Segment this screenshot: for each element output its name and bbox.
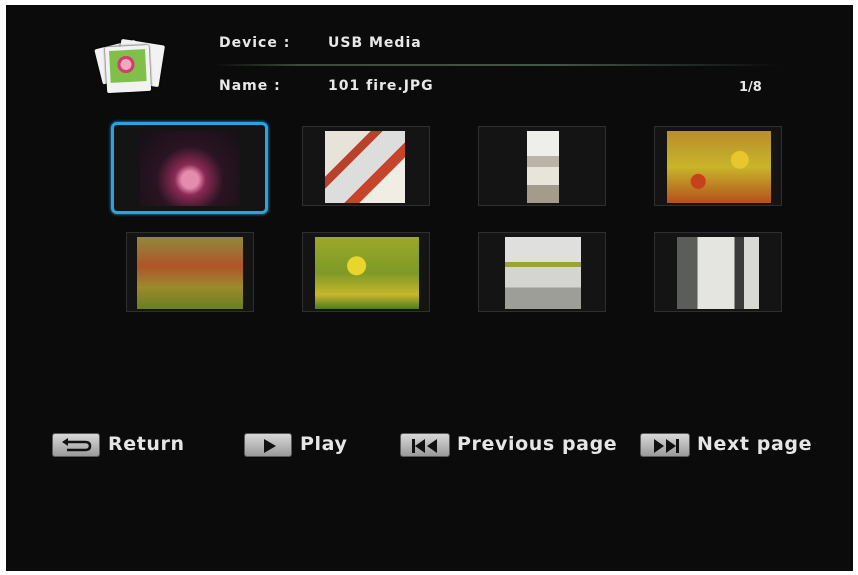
thumbnail-image: [325, 131, 405, 203]
file-name-value: 101 fire.JPG: [328, 78, 434, 94]
thumbnail-image: [527, 131, 559, 203]
play-label: Play: [300, 433, 348, 455]
thumbnail-4[interactable]: [654, 126, 782, 206]
thumbnail-7[interactable]: [478, 232, 606, 312]
next-page-button[interactable]: [640, 433, 690, 457]
thumbnail-image: [505, 237, 581, 309]
device-value: USB Media: [328, 35, 422, 51]
page-counter: 1/8: [739, 80, 762, 95]
next-page-icon: [654, 439, 679, 453]
return-button[interactable]: [52, 433, 100, 457]
thumbnail-image: [140, 131, 240, 206]
previous-page-button[interactable]: [400, 433, 450, 457]
play-button[interactable]: [244, 433, 292, 457]
thumbnail-3[interactable]: [478, 126, 606, 206]
thumbnail-1[interactable]: [111, 122, 268, 214]
header-separator: [214, 64, 782, 66]
name-label: Name :: [219, 78, 281, 94]
thumbnail-image: [677, 237, 759, 309]
thumbnail-image: [137, 237, 243, 309]
previous-page-label: Previous page: [457, 433, 618, 455]
return-icon: [62, 438, 92, 452]
device-label: Device :: [219, 35, 291, 51]
play-icon: [264, 439, 276, 453]
thumbnail-2[interactable]: [302, 126, 430, 206]
thumbnail-image: [315, 237, 419, 309]
previous-page-icon: [412, 439, 437, 453]
next-page-label: Next page: [697, 433, 813, 455]
thumbnail-8[interactable]: [654, 232, 782, 312]
photos-icon: [94, 38, 168, 98]
return-label: Return: [108, 433, 185, 455]
thumbnail-image: [667, 131, 771, 203]
thumbnail-6[interactable]: [302, 232, 430, 312]
thumbnail-5[interactable]: [126, 232, 254, 312]
